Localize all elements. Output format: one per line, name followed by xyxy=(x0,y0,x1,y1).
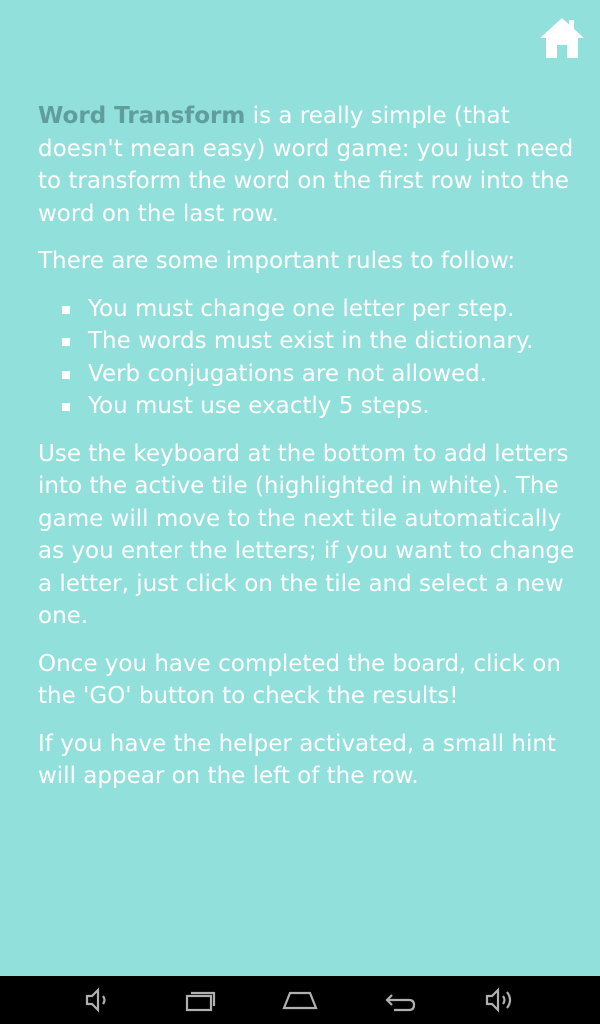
game-name: Word Transform xyxy=(38,103,246,129)
recent-apps-icon xyxy=(185,991,216,1012)
volume-up-icon xyxy=(485,987,512,1013)
help-content: Word Transform is a really simple (that … xyxy=(38,100,578,808)
back-icon xyxy=(385,994,416,1012)
home-button[interactable] xyxy=(538,14,586,62)
rule-item: You must use exactly 5 steps. xyxy=(62,390,578,423)
intro-paragraph: Word Transform is a really simple (that … xyxy=(38,100,578,230)
rules-intro: There are some important rules to follow… xyxy=(38,248,516,274)
bullet-icon xyxy=(62,370,70,379)
home-nav-button[interactable] xyxy=(282,984,318,1016)
rule-text: You must change one letter per step. xyxy=(88,295,515,322)
system-navigation-bar xyxy=(0,976,600,1024)
back-button[interactable] xyxy=(384,984,416,1016)
home-icon xyxy=(540,18,584,58)
bullet-icon xyxy=(62,403,70,411)
volume-down-button[interactable] xyxy=(82,984,114,1016)
bullet-icon xyxy=(62,338,70,346)
volume-up-button[interactable] xyxy=(484,984,516,1016)
home-icon xyxy=(282,991,318,1010)
recent-apps-button[interactable] xyxy=(184,984,216,1016)
rule-item: You must change one letter per step. xyxy=(62,293,578,326)
rules-list: You must change one letter per step. The… xyxy=(38,293,578,423)
rule-text: You must use exactly 5 steps. xyxy=(88,393,430,419)
volume-down-icon xyxy=(85,987,106,1013)
rule-item: Verb conjugations are not allowed. xyxy=(62,358,578,391)
helper-paragraph: If you have the helper activated, a smal… xyxy=(38,730,556,790)
rule-item: The words must exist in the dictionary. xyxy=(62,325,578,358)
go-paragraph: Once you have completed the board, click… xyxy=(38,650,561,710)
keyboard-paragraph: Use the keyboard at the bottom to add le… xyxy=(38,440,575,630)
bullet-icon xyxy=(62,305,70,314)
rule-text: The words must exist in the dictionary. xyxy=(88,328,534,354)
rule-text: Verb conjugations are not allowed. xyxy=(88,360,488,387)
